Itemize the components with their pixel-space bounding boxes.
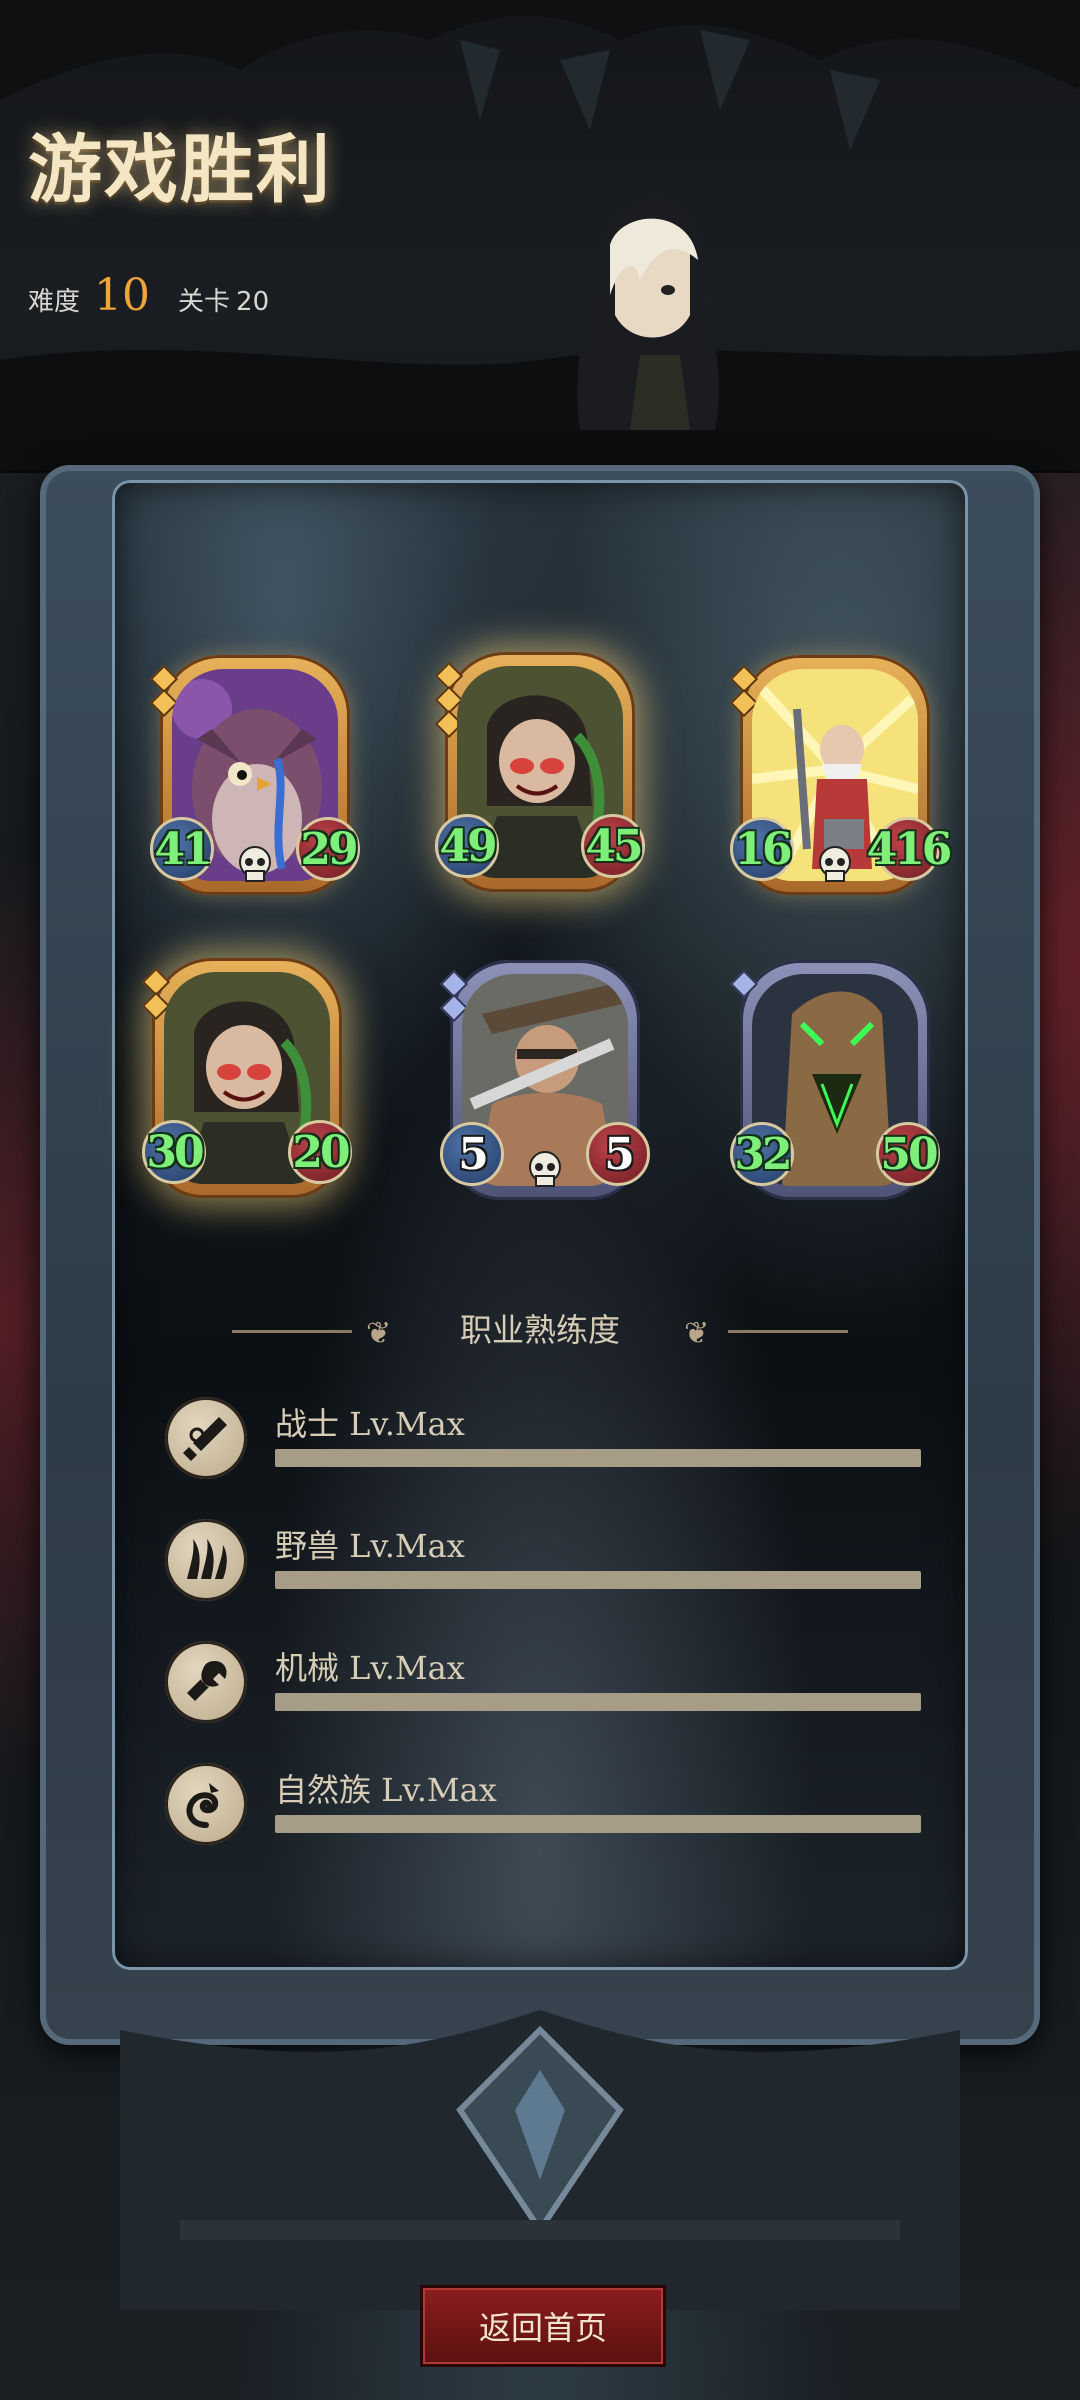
health-stat: 50 xyxy=(876,1122,940,1186)
attack-stat: 16 xyxy=(730,817,794,881)
health-stat: 29 xyxy=(296,817,360,881)
health-stat: 5 xyxy=(586,1122,650,1186)
health-stat: 416 xyxy=(867,817,952,881)
mastery-row-nature: 自然族 Lv.Max xyxy=(165,1763,925,1853)
return-home-button[interactable]: 返回首页 xyxy=(420,2285,666,2367)
hero-portrait xyxy=(577,194,720,430)
claw-icon xyxy=(165,1519,247,1601)
unit-card[interactable]: 16 416 xyxy=(729,655,952,895)
mastery-label: 自然族 Lv.Max xyxy=(275,1771,497,1809)
mastery-progress-bar xyxy=(275,1449,921,1467)
swirl-ornament-icon: ❦ xyxy=(684,1316,710,1351)
mastery-row-warrior: 战士 Lv.Max xyxy=(165,1397,925,1487)
attack-stat: 41 xyxy=(150,817,214,881)
unit-card[interactable]: 5 5 xyxy=(439,960,650,1200)
page-title: 游戏胜利 xyxy=(28,127,332,213)
skull-icon xyxy=(529,1151,561,1187)
bottom-ornament xyxy=(120,2010,960,2310)
unit-card[interactable]: 30 20 xyxy=(141,958,352,1198)
stage-label: 关卡 xyxy=(178,287,231,317)
difficulty-value: 10 xyxy=(94,270,151,321)
mastery-progress-bar xyxy=(275,1815,921,1833)
mastery-label: 机械 Lv.Max xyxy=(275,1649,465,1687)
unit-card[interactable]: 32 50 xyxy=(729,960,940,1200)
attack-stat: 30 xyxy=(142,1120,206,1184)
difficulty-row: 难度 10 关卡 20 xyxy=(28,270,269,321)
wrench-icon xyxy=(165,1641,247,1723)
mastery-section-title: 职业熟练度 xyxy=(459,1311,620,1349)
mastery-progress-bar xyxy=(275,1571,921,1589)
attack-stat: 5 xyxy=(440,1122,504,1186)
unit-card[interactable]: 41 29 xyxy=(149,655,360,895)
skull-icon xyxy=(239,846,271,882)
skull-icon xyxy=(819,846,851,882)
mastery-row-mech: 机械 Lv.Max xyxy=(165,1641,925,1731)
stage-value: 20 xyxy=(236,287,270,317)
swirl-icon xyxy=(165,1763,247,1845)
header-spikes xyxy=(0,0,1080,470)
sword-icon xyxy=(165,1397,247,1479)
mastery-row-beast: 野兽 Lv.Max xyxy=(165,1519,925,1609)
health-stat: 45 xyxy=(581,814,645,878)
unit-card[interactable]: 49 45 xyxy=(434,652,645,892)
difficulty-label: 难度 xyxy=(28,287,81,317)
attack-stat: 49 xyxy=(435,814,499,878)
health-stat: 20 xyxy=(288,1120,352,1184)
attack-stat: 32 xyxy=(730,1122,794,1186)
divider-line xyxy=(728,1330,848,1333)
mastery-label: 野兽 Lv.Max xyxy=(275,1527,465,1565)
mastery-label: 战士 Lv.Max xyxy=(275,1405,465,1443)
mastery-progress-bar xyxy=(275,1693,921,1711)
header-band: 游戏胜利 难度 10 关卡 20 xyxy=(0,0,1080,473)
